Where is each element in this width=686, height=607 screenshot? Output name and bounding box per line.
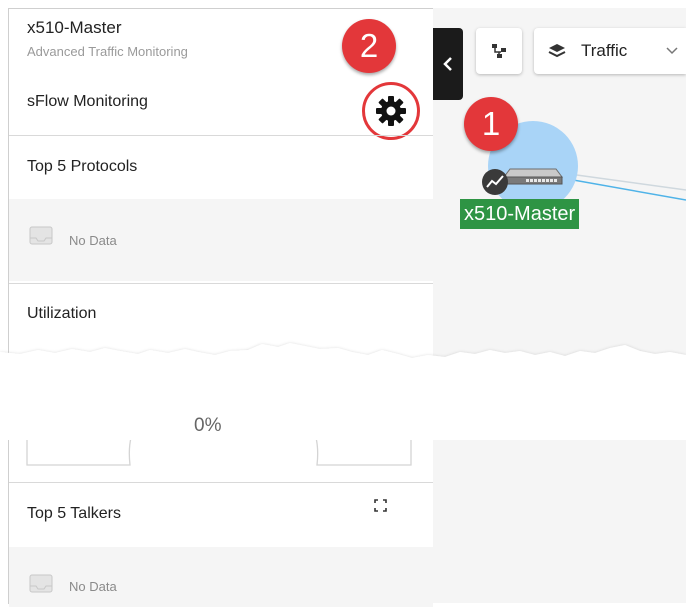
sflow-panel: x510-Master Advanced Traffic Monitoring … xyxy=(8,8,433,607)
chevron-down-icon xyxy=(666,47,678,55)
inbox-icon xyxy=(29,574,53,593)
fullscreen-icon[interactable] xyxy=(374,499,387,512)
traffic-chart-icon xyxy=(482,169,508,195)
switch-device-icon[interactable] xyxy=(502,163,564,187)
chevron-left-icon xyxy=(442,57,452,71)
layers-icon xyxy=(548,44,566,58)
callout-badge-node: 1 xyxy=(464,97,518,151)
talkers-section-title: Top 5 Talkers xyxy=(27,505,121,522)
section-divider xyxy=(9,283,433,284)
link-lines xyxy=(561,172,686,201)
topology-view-button[interactable] xyxy=(476,28,522,74)
section-divider xyxy=(9,135,433,136)
layer-select[interactable]: Traffic xyxy=(534,28,686,74)
section-divider xyxy=(9,482,433,483)
talkers-no-data-text: No Data xyxy=(69,579,117,594)
device-subtitle: Advanced Traffic Monitoring xyxy=(27,44,188,59)
utilization-value: 0% xyxy=(194,415,222,436)
topology-icon xyxy=(492,44,506,58)
protocols-empty-state: No Data xyxy=(9,199,433,281)
settings-button[interactable] xyxy=(362,82,420,140)
protocols-no-data-text: No Data xyxy=(69,233,117,248)
inbox-icon xyxy=(29,226,53,245)
callout-badge-settings: 2 xyxy=(342,19,396,73)
protocols-section-title: Top 5 Protocols xyxy=(27,158,138,175)
talkers-empty-state: No Data xyxy=(9,547,433,607)
sflow-monitoring-label: sFlow Monitoring xyxy=(27,93,148,110)
gear-icon xyxy=(376,96,406,126)
torn-edge-divider xyxy=(0,343,686,440)
topology-map[interactable] xyxy=(432,8,686,603)
device-title: x510-Master xyxy=(27,18,122,37)
device-node-label[interactable]: x510-Master xyxy=(460,199,580,229)
utilization-section-title: Utilization xyxy=(27,305,97,322)
layer-select-value: Traffic xyxy=(581,41,628,60)
collapse-panel-button[interactable] xyxy=(432,28,463,100)
